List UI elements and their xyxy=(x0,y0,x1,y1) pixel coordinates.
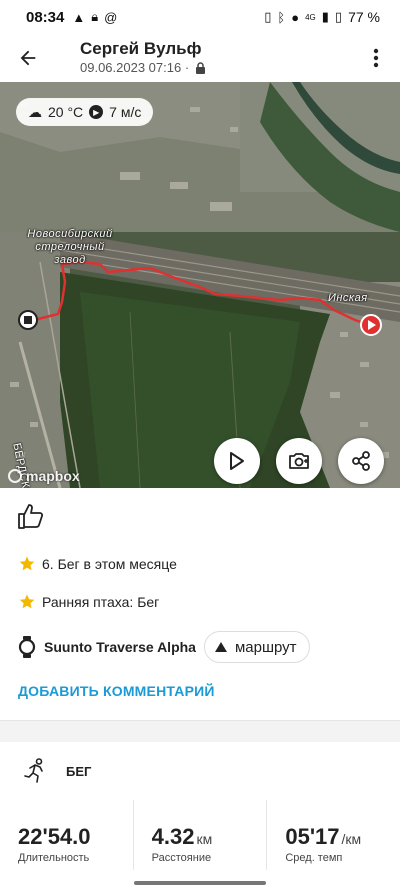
status-system-icons: ▯ ᛒ ● 4G ▮ ▯ 77 % xyxy=(264,9,380,25)
stat-label: Расстояние xyxy=(151,852,212,864)
mapbox-logo-icon xyxy=(8,469,22,483)
stats-summary: 22'54.0 Длительность 4.32 км Расстояние 0… xyxy=(0,800,400,870)
play-route-button[interactable] xyxy=(214,438,260,484)
arrow-left-icon xyxy=(20,50,36,66)
signal-icon: ▮ xyxy=(321,9,329,24)
weather-temp: 20 °C xyxy=(48,104,84,120)
stat-label: Длительность xyxy=(18,852,90,864)
battery-icon: ▯ xyxy=(334,9,343,24)
stat-label: Сред. темп xyxy=(285,852,343,864)
cloud-sun-icon: ☁ xyxy=(28,103,42,120)
section-divider xyxy=(0,720,400,742)
wind-icon: ▶ xyxy=(89,105,104,119)
lock-icon xyxy=(196,62,206,74)
header-text: Сергей Вульф 09.06.2023 07:16 · xyxy=(56,39,352,77)
activity-datetime: 09.06.2023 07:16 · xyxy=(80,60,190,75)
share-button[interactable] xyxy=(338,438,384,484)
more-options-button[interactable] xyxy=(352,34,400,82)
like-button[interactable] xyxy=(16,496,56,536)
home-indicator[interactable] xyxy=(134,881,266,885)
more-vertical-icon xyxy=(373,48,379,68)
triangle-up-icon xyxy=(214,642,227,652)
weather-wind: 7 м/с xyxy=(109,104,142,120)
network-type: 4G xyxy=(305,12,316,22)
sport-row: БЕГ xyxy=(24,756,91,786)
add-photo-button[interactable] xyxy=(276,438,322,484)
location-icon: ● xyxy=(291,9,300,25)
device-name: Suunto Traverse Alpha xyxy=(44,639,196,655)
weather-chip: ☁ 20 °C ▶ 7 м/с xyxy=(16,98,154,126)
star-icon xyxy=(19,594,35,609)
app-header: Сергей Вульф 09.06.2023 07:16 · xyxy=(0,34,400,82)
navigation-icon: ▲ xyxy=(72,9,86,25)
stat-distance: 4.32 км Расстояние xyxy=(134,800,268,870)
play-icon xyxy=(230,452,244,470)
stat-pace: 05'17/км Сред. темп xyxy=(267,800,400,870)
achievement-item: Ранняя птаха: Бег xyxy=(18,593,159,611)
mapbox-attribution[interactable]: mapbox xyxy=(8,468,80,484)
back-button[interactable] xyxy=(0,34,56,82)
header-title: Сергей Вульф xyxy=(80,39,202,58)
camera-add-icon xyxy=(289,453,309,469)
add-comment-button[interactable]: ДОБАВИТЬ КОММЕНТАРИЙ xyxy=(18,683,215,699)
vibrate-icon: ▯ xyxy=(264,9,272,24)
stat-duration: 22'54.0 Длительность xyxy=(0,800,134,870)
map-label-start: Новосибирский стрелочный завод xyxy=(27,228,113,266)
achievement-text: 6. Бег в этом месяце xyxy=(42,556,177,572)
status-bar: 08:34 ▲ 🔒︎ @ ▯ ᛒ ● 4G ▮ ▯ 77 % xyxy=(0,0,400,34)
share-icon xyxy=(352,451,370,471)
stat-value: 22'54.0 xyxy=(18,824,91,849)
stat-value: 4.32 км xyxy=(151,824,213,849)
bluetooth-icon: ᛒ xyxy=(277,9,286,25)
route-map[interactable]: ☁ 20 °C ▶ 7 м/с Новосибирский стрелочный… xyxy=(0,82,400,488)
watch-icon xyxy=(18,636,36,658)
header-subtitle: 09.06.2023 07:16 · xyxy=(80,59,352,77)
achievement-text: Ранняя птаха: Бег xyxy=(42,594,160,610)
lock-icon: 🔒︎ xyxy=(91,9,99,24)
thumbs-up-icon xyxy=(18,504,44,529)
running-icon xyxy=(24,758,43,783)
battery-percent: 77 % xyxy=(348,9,380,25)
map-label-end: Инская xyxy=(328,292,368,304)
at-sign-icon: @ xyxy=(104,9,118,25)
sport-label: БЕГ xyxy=(66,763,92,779)
stat-value: 05'17/км xyxy=(285,824,362,849)
device-row: Suunto Traverse Alpha маршрут xyxy=(18,630,384,664)
star-icon xyxy=(19,556,35,571)
route-button[interactable]: маршрут xyxy=(203,631,310,663)
satellite-terrain xyxy=(0,82,400,488)
achievement-item: 6. Бег в этом месяце xyxy=(18,555,177,573)
route-button-label: маршрут xyxy=(234,638,297,656)
status-time: 08:34 xyxy=(26,8,65,26)
status-notification-icons: ▲ 🔒︎ @ xyxy=(72,9,117,25)
